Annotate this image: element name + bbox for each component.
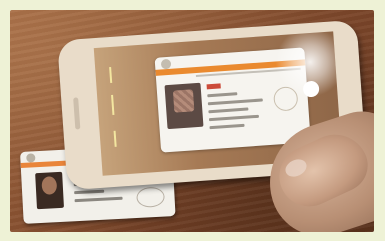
scan-guide-line [113, 130, 117, 147]
image-frame [0, 0, 385, 241]
card-stamp [136, 186, 166, 208]
card-text-line [208, 107, 249, 114]
card-text-line [209, 123, 245, 130]
card-portrait-blurred [164, 82, 204, 130]
card-text-line [207, 92, 238, 98]
card-portrait [35, 171, 64, 210]
card-text-line [207, 98, 263, 106]
scan-guide-line [109, 66, 113, 84]
card-text-line [74, 189, 105, 195]
card-text-line [208, 114, 260, 122]
phone-home-button [73, 97, 81, 130]
photo [10, 10, 374, 232]
scan-guide-line [111, 94, 115, 115]
screen-glare [272, 31, 343, 100]
card-red-mark [206, 83, 221, 90]
card-text-line [74, 196, 123, 203]
